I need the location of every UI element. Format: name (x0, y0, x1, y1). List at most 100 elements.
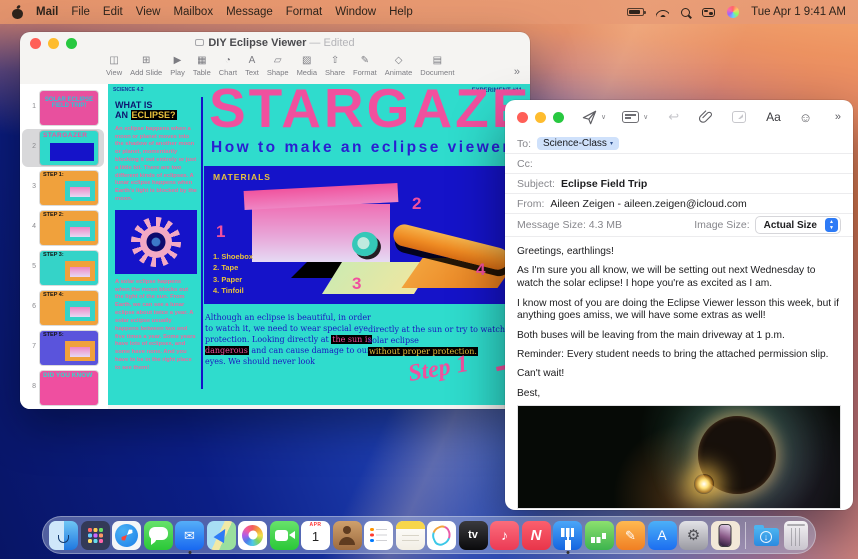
slide-thumbnail[interactable]: SOLAR ECLIPSE FIELD TRIP! (40, 91, 98, 125)
slide-thumbnail[interactable]: STEP 3: (40, 251, 98, 285)
cc-field[interactable]: Cc: (505, 154, 853, 174)
slide-thumbnail[interactable]: DID YOU KNOW (40, 371, 98, 405)
dock-mail[interactable]: ✉ (175, 521, 204, 550)
format-button[interactable]: Aa (766, 110, 781, 124)
header-fields-button[interactable] (622, 111, 639, 123)
to-field[interactable]: To: Science-Class▾ (505, 134, 853, 154)
siri-icon[interactable] (727, 6, 739, 18)
dock-messages[interactable] (144, 521, 173, 550)
slide-thumbnail-row[interactable]: 3 STEP 1: (22, 169, 104, 207)
dock-divider[interactable] (745, 522, 746, 549)
dock-news[interactable]: N (522, 521, 551, 550)
slide-thumbnail-title: STEP 5: (43, 333, 64, 339)
menu-item[interactable]: View (136, 6, 161, 18)
from-field[interactable]: From: Aileen Zeigen - aileen.zeigen@iclo… (505, 194, 853, 214)
mail-toolbar[interactable]: ∨ ∨ ↩ Aa ☺ » (505, 100, 853, 134)
toolbar-button-icon: ▱ (274, 55, 282, 67)
keynote-toolbar-button[interactable]: ◫ View (106, 55, 122, 77)
eclipse-photo-attachment[interactable] (517, 405, 841, 509)
dock-system-settings[interactable]: ⚙ (679, 521, 708, 550)
dock-launchpad[interactable] (81, 521, 110, 550)
close-button[interactable] (517, 112, 528, 123)
menu-item[interactable]: File (71, 6, 90, 18)
menu-item[interactable]: Message (226, 6, 273, 18)
dock-facetime[interactable] (270, 521, 299, 550)
slide-canvas[interactable]: SCIENCE 4.2 EXPERIMENT #11 WHAT IS AN EC… (108, 84, 530, 405)
minimize-button[interactable] (535, 112, 546, 123)
apple-menu-icon[interactable] (12, 6, 23, 19)
menu-item[interactable]: Mail (36, 6, 58, 18)
dock-tv[interactable]: tv (459, 521, 488, 550)
dock-finder[interactable] (49, 521, 78, 550)
dock-pages[interactable]: ✎ (616, 521, 645, 550)
caution-paragraph-right: directly at the sun or try to watch a so… (368, 324, 526, 357)
menu-item[interactable]: Window (335, 6, 376, 18)
reply-button[interactable]: ↩ (668, 109, 679, 125)
menu-item[interactable]: Edit (103, 6, 123, 18)
dock-music[interactable]: ♪ (490, 521, 519, 550)
keynote-toolbar-button[interactable]: ▶ Play (170, 55, 185, 77)
sun-illustration (115, 210, 197, 274)
toolbar-overflow-icon[interactable]: » (835, 111, 841, 123)
send-options-caret-icon[interactable]: ∨ (601, 113, 606, 121)
emoji-button[interactable]: ☺ (799, 110, 812, 125)
spotlight-search-icon[interactable] (681, 8, 690, 17)
keynote-toolbar-button[interactable]: A Text (245, 55, 259, 77)
keynote-toolbar-button[interactable]: ▦ Table (193, 55, 211, 77)
dock-numbers[interactable] (585, 521, 614, 550)
keynote-toolbar-button[interactable]: ◇ Animate (385, 55, 413, 77)
dock-keynote[interactable] (553, 521, 582, 550)
header-fields-caret-icon[interactable]: ∨ (643, 113, 648, 121)
dock-notes[interactable] (396, 521, 425, 550)
menu-item[interactable]: Mailbox (173, 6, 213, 18)
slide-thumbnail[interactable]: STEP 1: (40, 171, 98, 205)
wifi-icon[interactable] (656, 7, 669, 17)
control-center-icon[interactable] (702, 8, 715, 17)
dock-contacts[interactable] (333, 521, 362, 550)
dock-safari[interactable] (112, 521, 141, 550)
menu-bar-clock[interactable]: Tue Apr 1 9:41 AM (751, 6, 846, 18)
dock-photos[interactable] (238, 521, 267, 550)
keynote-toolbar-button[interactable]: ✎ Format (353, 55, 377, 77)
slide-thumbnail[interactable]: STEP 4: (40, 291, 98, 325)
menu-item[interactable]: Format (286, 6, 322, 18)
slide-number: 4 (24, 211, 40, 230)
menu-item[interactable]: Help (389, 6, 413, 18)
keynote-toolbar-button[interactable]: ▨ Media (297, 55, 317, 77)
dock-reminders[interactable] (364, 521, 393, 550)
zoom-button[interactable] (553, 112, 564, 123)
message-body[interactable]: Greetings, earthlings!As I'm sure you al… (505, 237, 853, 401)
dock-maps[interactable] (207, 521, 236, 550)
send-button[interactable] (582, 110, 597, 125)
toolbar-overflow-icon[interactable]: » (514, 60, 520, 78)
dock-downloads[interactable]: ↓ (752, 521, 781, 550)
slide-thumbnail[interactable]: STARGAZER (40, 131, 98, 165)
slide-thumbnail-row[interactable]: 7 STEP 5: (22, 329, 104, 367)
slide-thumbnail-row[interactable]: 6 STEP 4: (22, 289, 104, 327)
dock-calendar[interactable]: APR 1 (301, 521, 330, 550)
keynote-toolbar-button[interactable]: ⊞ Add Slide (130, 55, 162, 77)
keynote-titlebar[interactable]: DIY Eclipse Viewer — Edited (20, 32, 530, 54)
slide-thumbnail-row[interactable]: 5 STEP 3: (22, 249, 104, 287)
keynote-toolbar-button[interactable]: ▤ Document (420, 55, 454, 77)
dock-trash[interactable] (784, 521, 808, 550)
slide-thumbnail-row[interactable]: 2 STARGAZER (22, 129, 104, 167)
recipient-token[interactable]: Science-Class▾ (537, 137, 619, 150)
slide-thumbnail[interactable]: STEP 5: (40, 331, 98, 365)
slide-thumbnail-row[interactable]: 4 STEP 2: (22, 209, 104, 247)
dock-freeform[interactable] (427, 521, 456, 550)
dock-app-store[interactable]: A (648, 521, 677, 550)
token-caret-icon: ▾ (610, 140, 613, 147)
slide-thumbnail[interactable]: STEP 2: (40, 211, 98, 245)
keynote-toolbar-button[interactable]: ▱ Shape (267, 55, 289, 77)
dock-iphone-mirroring[interactable] (711, 521, 740, 550)
markup-button[interactable] (732, 111, 746, 123)
image-size-select[interactable]: Actual Size ▲▼ (755, 216, 841, 234)
slide-thumbnail-row[interactable]: 8 DID YOU KNOW (22, 369, 104, 407)
battery-icon[interactable] (627, 8, 644, 16)
subject-field[interactable]: Subject: Eclipse Field Trip (505, 174, 853, 194)
slide-thumbnail-row[interactable]: 1 SOLAR ECLIPSE FIELD TRIP! (22, 89, 104, 127)
keynote-toolbar-button[interactable]: ◔ Chart (219, 55, 237, 77)
keynote-toolbar-button[interactable]: ⇧ Share (325, 55, 345, 77)
attach-button[interactable] (699, 110, 712, 124)
